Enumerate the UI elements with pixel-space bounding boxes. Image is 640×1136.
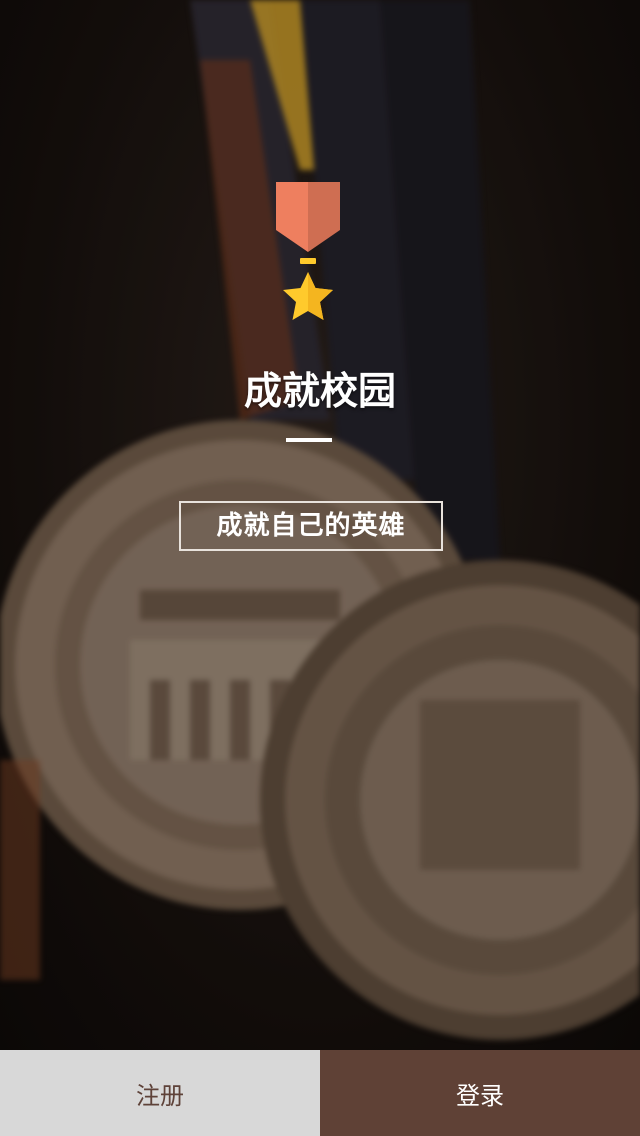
register-button[interactable]: 注册 (0, 1050, 320, 1136)
title-divider (286, 438, 332, 442)
bottom-action-bar: 注册 登录 (0, 1050, 640, 1136)
medal-icon (270, 182, 346, 332)
app-title: 成就校园 (243, 369, 396, 413)
tagline-box: 成就自己的英雄 (179, 501, 443, 551)
login-button[interactable]: 登录 (320, 1050, 640, 1136)
welcome-screen: 成就校园 成就自己的英雄 注册 登录 (0, 0, 640, 1136)
